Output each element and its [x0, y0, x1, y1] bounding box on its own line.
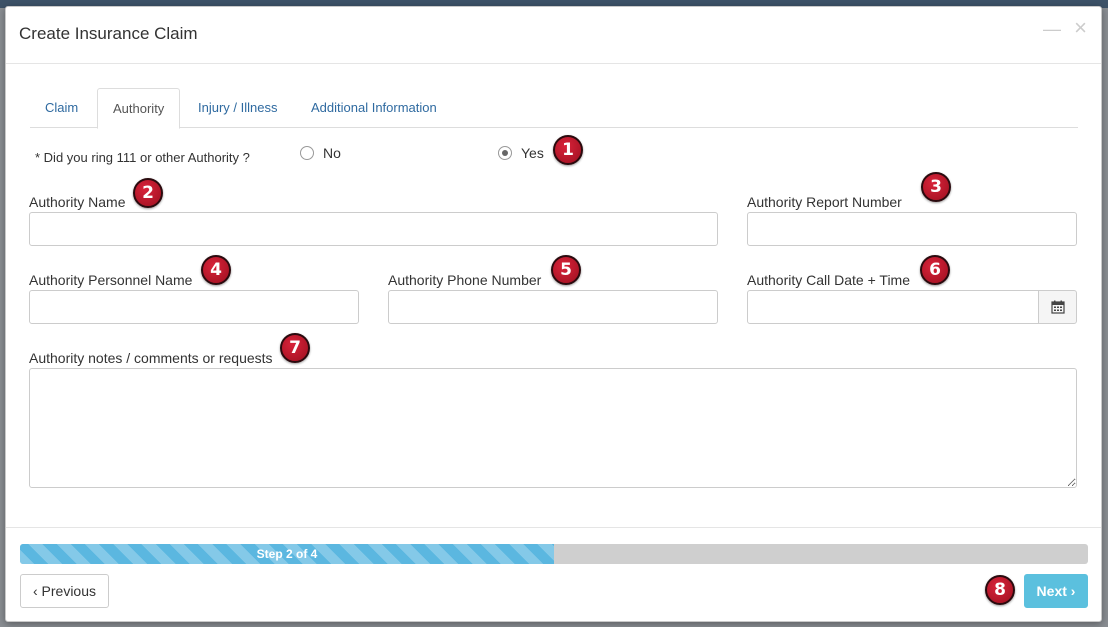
authority-call-datetime-label: Authority Call Date + Time	[747, 272, 911, 288]
step-badge-8: 8	[985, 575, 1015, 605]
next-button[interactable]: Next ›	[1024, 574, 1088, 608]
calendar-icon	[1050, 300, 1065, 314]
authority-notes-textarea[interactable]	[29, 368, 1077, 488]
authority-phone-number-label: Authority Phone Number	[388, 272, 542, 288]
authority-personnel-name-label: Authority Personnel Name	[29, 272, 193, 288]
step-badge-7: 7	[280, 333, 310, 363]
tab-claim[interactable]: Claim	[30, 88, 93, 128]
previous-button[interactable]: ‹ Previous	[20, 574, 109, 608]
radio-no-circle[interactable]	[300, 146, 314, 160]
create-claim-modal: Create Insurance Claim — × Claim Authori…	[5, 6, 1102, 622]
radio-no[interactable]: No	[300, 143, 341, 163]
tab-injury-illness[interactable]: Injury / Illness	[183, 88, 292, 128]
authority-question: * Did you ring 111 or other Authority ?	[35, 150, 250, 165]
step-badge-6: 6	[920, 255, 950, 285]
footer-divider	[6, 527, 1101, 528]
modal-title: Create Insurance Claim	[19, 24, 198, 43]
close-icon[interactable]: ×	[1074, 17, 1087, 39]
tab-additional-information[interactable]: Additional Information	[296, 88, 452, 128]
step-badge-3: 3	[921, 172, 951, 202]
tab-authority[interactable]: Authority	[97, 88, 181, 129]
authority-name-input[interactable]	[29, 212, 718, 246]
radio-yes-circle[interactable]	[498, 146, 512, 160]
step-badge-2: 2	[133, 178, 163, 208]
authority-name-label: Authority Name	[29, 194, 126, 210]
modal-header: Create Insurance Claim — ×	[6, 7, 1101, 64]
progress-bar: Step 2 of 4	[20, 544, 554, 564]
authority-notes-label: Authority notes / comments or requests	[29, 350, 273, 366]
step-badge-5: 5	[551, 255, 581, 285]
radio-no-label: No	[323, 145, 341, 161]
radio-yes-label: Yes	[521, 145, 544, 161]
authority-report-number-label: Authority Report Number	[747, 194, 902, 210]
radio-yes[interactable]: Yes	[498, 143, 544, 163]
step-badge-1: 1	[553, 135, 583, 165]
calendar-button[interactable]	[1038, 290, 1077, 324]
authority-personnel-name-input[interactable]	[29, 290, 359, 324]
minimize-icon[interactable]: —	[1043, 19, 1061, 40]
tab-bar: Claim Authority Injury / Illness Additio…	[30, 88, 1078, 129]
progress-track: Step 2 of 4	[20, 544, 1088, 564]
authority-report-number-input[interactable]	[747, 212, 1077, 246]
authority-call-datetime-input[interactable]	[747, 290, 1039, 324]
step-badge-4: 4	[201, 255, 231, 285]
authority-phone-number-input[interactable]	[388, 290, 718, 324]
